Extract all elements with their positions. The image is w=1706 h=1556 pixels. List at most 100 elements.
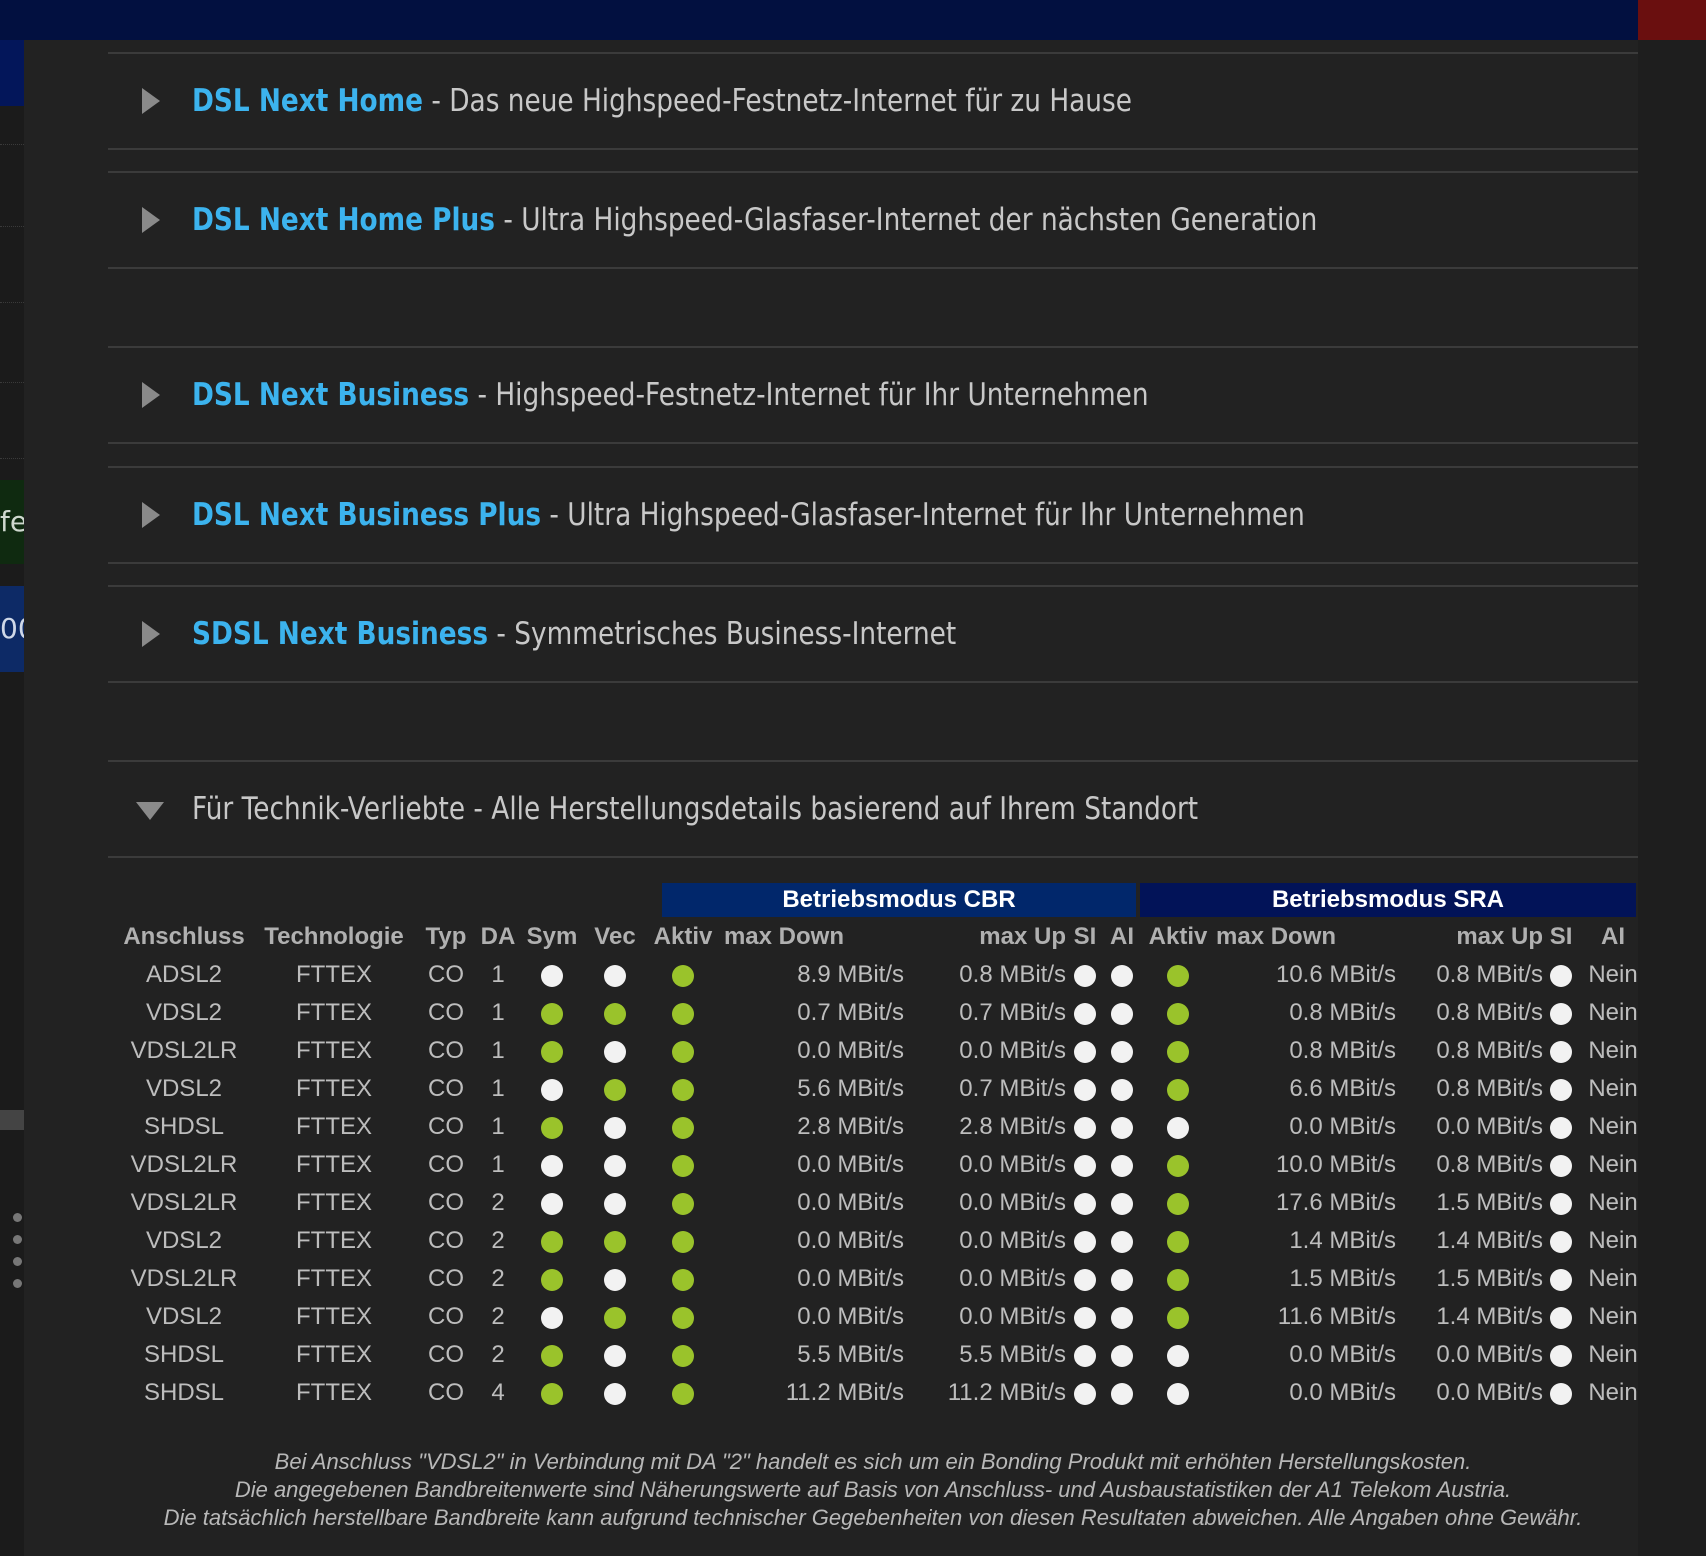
left-blue-fragment[interactable]: 00 xyxy=(0,586,24,672)
status-dot-inactive-icon xyxy=(1074,1192,1096,1215)
status-dot-active-icon xyxy=(604,1078,626,1101)
accordion-panel[interactable]: DSL Next Business Plus - Ultra Highspeed… xyxy=(108,466,1638,564)
sra-down-cell: 1.5 MBit/s xyxy=(1289,1265,1397,1292)
ai-cell xyxy=(1104,1336,1140,1374)
status-dot-inactive-icon xyxy=(541,1306,563,1329)
si-cell xyxy=(1066,1146,1104,1184)
left-scroll-handle[interactable] xyxy=(0,1110,24,1130)
sra-aktiv-cell xyxy=(1140,1032,1216,1070)
expand-arrow-icon[interactable] xyxy=(142,207,160,233)
sra-si-cell xyxy=(1543,1336,1579,1374)
table-row: SHDSL FTTEX CO 1 2.8 MBit/s 2.8 MBit/s 0.0 MBi… xyxy=(116,1108,1647,1146)
tech-cell: FTTEX xyxy=(296,1265,372,1292)
sra-ai-cell: Nein xyxy=(1588,999,1638,1026)
aktiv-cell xyxy=(646,1298,720,1336)
anschluss-cell: VDSL2LR xyxy=(130,1265,238,1292)
status-dot-inactive-icon xyxy=(1074,1116,1096,1139)
expand-arrow-icon[interactable] xyxy=(142,382,160,408)
collapse-arrow-icon[interactable] xyxy=(136,802,164,820)
sra-si-cell xyxy=(1543,1108,1579,1146)
product-description: Highspeed-Festnetz-Internet für Ihr Unte… xyxy=(495,377,1149,413)
product-name: DSL Next Home Plus xyxy=(192,202,495,238)
status-dot-inactive-icon xyxy=(604,1382,626,1405)
status-dot-inactive-icon xyxy=(1550,1078,1573,1101)
anschluss-cell: VDSL2 xyxy=(145,1303,223,1330)
status-dot-inactive-icon xyxy=(604,1154,626,1177)
da-cell: 2 xyxy=(491,1341,505,1368)
sra-aktiv-cell xyxy=(1140,1070,1216,1108)
sym-cell xyxy=(520,1336,584,1374)
table-row: VDSL2LR FTTEX CO 1 0.0 MBit/s 0.0 MBit/s 10.0 … xyxy=(116,1146,1647,1184)
column-header: Anschluss xyxy=(123,923,245,950)
right-page-strip xyxy=(1638,40,1706,1556)
status-dot-inactive-icon xyxy=(1550,1268,1573,1291)
vec-cell xyxy=(584,994,646,1032)
si-cell xyxy=(1066,1374,1104,1412)
sra-aktiv-cell xyxy=(1140,956,1216,994)
typ-cell: CO xyxy=(428,1037,464,1064)
aktiv-cell xyxy=(646,1222,720,1260)
accordion-panel[interactable]: DSL Next Home - Das neue Highspeed-Festn… xyxy=(108,52,1638,150)
band-cbr: Betriebsmodus CBR xyxy=(662,883,1136,917)
expand-arrow-icon[interactable] xyxy=(142,621,160,647)
column-header: max Down xyxy=(1216,923,1337,950)
table-row: ADSL2 FTTEX CO 1 8.9 MBit/s 0.8 MBit/s 10.6 MB… xyxy=(116,956,1647,994)
sra-down-cell: 10.0 MBit/s xyxy=(1275,1151,1397,1178)
sra-ai-cell: Nein xyxy=(1588,1151,1638,1178)
ai-cell xyxy=(1104,1222,1140,1260)
sym-cell xyxy=(520,1070,584,1108)
accordion-panel[interactable]: SDSL Next Business - Symmetrisches Busin… xyxy=(108,585,1638,683)
tech-panel-title: Für Technik-Verliebte - Alle Herstellung… xyxy=(192,791,1199,827)
down-cell: 0.0 MBit/s xyxy=(797,1227,904,1254)
status-dot-active-icon xyxy=(672,1382,694,1405)
expand-arrow-icon[interactable] xyxy=(142,502,160,528)
typ-cell: CO xyxy=(428,1113,464,1140)
status-dot-inactive-icon xyxy=(1111,1268,1133,1291)
sra-ai-cell: Nein xyxy=(1588,1303,1638,1330)
more-dots-icon[interactable] xyxy=(13,1213,22,1301)
sra-up-cell: 0.8 MBit/s xyxy=(1436,961,1544,988)
accordion-panel[interactable]: DSL Next Business - Highspeed-Festnetz-I… xyxy=(108,346,1638,444)
ai-cell xyxy=(1104,994,1140,1032)
sra-aktiv-cell xyxy=(1140,1374,1216,1412)
da-cell: 1 xyxy=(491,999,505,1026)
tech-cell: FTTEX xyxy=(296,1379,372,1406)
ai-cell xyxy=(1104,956,1140,994)
accordion-panel-tech[interactable]: Für Technik-Verliebte - Alle Herstellung… xyxy=(108,760,1638,858)
status-dot-active-icon xyxy=(541,1268,563,1291)
expand-arrow-icon[interactable] xyxy=(142,88,160,114)
sra-ai-cell: Nein xyxy=(1588,1037,1638,1064)
footnote-line: Bei Anschluss "VDSL2" in Verbindung mit … xyxy=(274,1449,1472,1474)
tech-cell: FTTEX xyxy=(296,1341,372,1368)
status-dot-inactive-icon xyxy=(1111,964,1133,987)
status-dot-active-icon xyxy=(541,1230,563,1253)
accordion-panel[interactable]: DSL Next Home Plus - Ultra Highspeed-Gla… xyxy=(108,171,1638,269)
vec-cell xyxy=(584,1146,646,1184)
product-name: SDSL Next Business xyxy=(192,616,489,652)
up-cell: 0.7 MBit/s xyxy=(959,1075,1066,1102)
column-header: max Up xyxy=(979,923,1066,950)
aktiv-cell xyxy=(646,1184,720,1222)
left-green-fragment[interactable]: fe xyxy=(0,480,24,564)
ai-cell xyxy=(1104,1032,1140,1070)
sra-down-cell: 17.6 MBit/s xyxy=(1275,1189,1397,1216)
status-dot-active-icon xyxy=(672,1154,694,1177)
status-dot-inactive-icon xyxy=(604,1116,626,1139)
status-dot-inactive-icon xyxy=(1550,1306,1573,1329)
anschluss-cell: SHDSL xyxy=(143,1379,225,1406)
panel-heading: DSL Next Home - Das neue Highspeed-Festn… xyxy=(192,83,1132,119)
status-dot-active-icon xyxy=(672,1192,694,1215)
status-dot-active-icon xyxy=(541,1344,563,1367)
da-cell: 2 xyxy=(491,1189,505,1216)
aktiv-cell xyxy=(646,1146,720,1184)
status-dot-inactive-icon xyxy=(1074,1230,1096,1253)
ai-cell xyxy=(1104,1146,1140,1184)
table-row: SHDSL FTTEX CO 2 5.5 MBit/s 5.5 MBit/s 0.0 MBi… xyxy=(116,1336,1647,1374)
sra-aktiv-cell xyxy=(1140,1336,1216,1374)
status-dot-inactive-icon xyxy=(604,964,626,987)
column-header: Typ xyxy=(425,923,467,950)
typ-cell: CO xyxy=(428,1189,464,1216)
status-dot-inactive-icon xyxy=(1111,1116,1133,1139)
status-dot-active-icon xyxy=(1167,1268,1189,1291)
sra-ai-cell: Nein xyxy=(1588,1379,1638,1406)
